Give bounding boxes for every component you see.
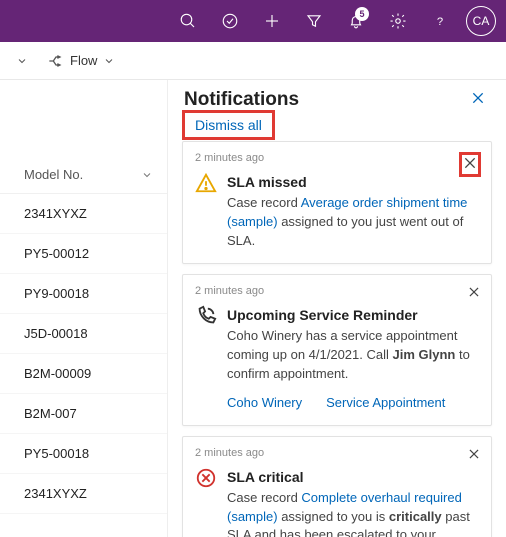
data-table: Model No. 2341XYXZ PY5-00012 PY9-00018 J… [0,80,168,537]
notification-time: 2 minutes ago [195,285,479,297]
main-content: Model No. 2341XYXZ PY5-00012 PY9-00018 J… [0,80,506,537]
notification-time: 2 minutes ago [195,447,479,459]
notification-title: SLA critical [227,467,479,487]
close-icon [470,90,486,106]
help-icon[interactable]: ? [424,5,456,37]
dismiss-notification-button[interactable] [457,150,483,179]
table-row[interactable]: 2341XYXZ [0,474,167,514]
notification-text: assigned to you is [278,509,389,524]
search-icon[interactable] [172,5,204,37]
avatar[interactable]: CA [466,6,496,36]
notifications-panel: Notifications Dismiss all 2 minutes ago … [168,80,506,537]
cell: PY5-00012 [24,246,89,261]
notification-time: 2 minutes ago [195,152,479,164]
cell: PY9-00018 [24,286,89,301]
task-icon[interactable] [214,5,246,37]
notification-text: Case record [227,195,301,210]
table-row[interactable]: B2M-00009 [0,354,167,394]
close-icon [467,285,481,299]
cell: J5D-00018 [24,326,88,341]
bell-icon[interactable]: 5 [340,5,372,37]
close-panel-button[interactable] [466,86,490,113]
warning-icon [195,172,217,251]
table-row[interactable]: PY5-00018 [0,434,167,474]
table-row[interactable]: 2341XYXZ [0,194,167,234]
table-row[interactable]: PY5-00012 [0,234,167,274]
notification-card: 2 minutes ago SLA missed Case record Ave… [182,141,492,264]
cell: B2M-00009 [24,366,91,381]
table-row[interactable]: PY9-00018 [0,274,167,314]
phone-icon [195,305,217,413]
cell: 2341XYXZ [24,206,87,221]
table-spacer [0,80,167,156]
filter-icon[interactable] [298,5,330,37]
column-header-model-no[interactable]: Model No. [0,156,167,194]
table-row[interactable]: J5D-00018 [0,314,167,354]
action-link-service[interactable]: Service Appointment [326,394,445,413]
command-dropdown[interactable] [10,51,34,71]
top-app-bar: 5 ? CA [0,0,506,42]
notification-title: Upcoming Service Reminder [227,305,479,325]
cell: PY5-00018 [24,446,89,461]
notification-card: 2 minutes ago SLA critical Case record C… [182,436,492,537]
flow-label: Flow [70,53,97,68]
action-link-coho[interactable]: Coho Winery [227,394,302,413]
add-icon[interactable] [256,5,288,37]
dismiss-notification-button[interactable] [465,283,483,304]
gear-icon[interactable] [382,5,414,37]
close-icon [462,155,478,171]
close-icon [467,447,481,461]
panel-title: Notifications [184,89,299,111]
column-header-label: Model No. [24,167,83,182]
cell: 2341XYXZ [24,486,87,501]
notification-person: Jim Glynn [393,347,456,362]
flow-button[interactable]: Flow [42,49,121,72]
error-icon [195,467,217,537]
cell: B2M-007 [24,406,77,421]
svg-text:?: ? [437,16,443,28]
notification-badge: 5 [355,7,369,21]
table-row[interactable]: B2M-007 [0,394,167,434]
chevron-down-icon [141,169,153,181]
notification-title: SLA missed [227,172,479,192]
notification-text: Case record [227,490,301,505]
notification-emphasis: critically [389,509,442,524]
notification-card: 2 minutes ago Upcoming Service Reminder … [182,274,492,426]
dismiss-all-link[interactable]: Dismiss all [182,110,275,140]
command-bar: Flow [0,42,506,80]
dismiss-notification-button[interactable] [465,445,483,466]
chevron-down-icon [103,55,115,67]
